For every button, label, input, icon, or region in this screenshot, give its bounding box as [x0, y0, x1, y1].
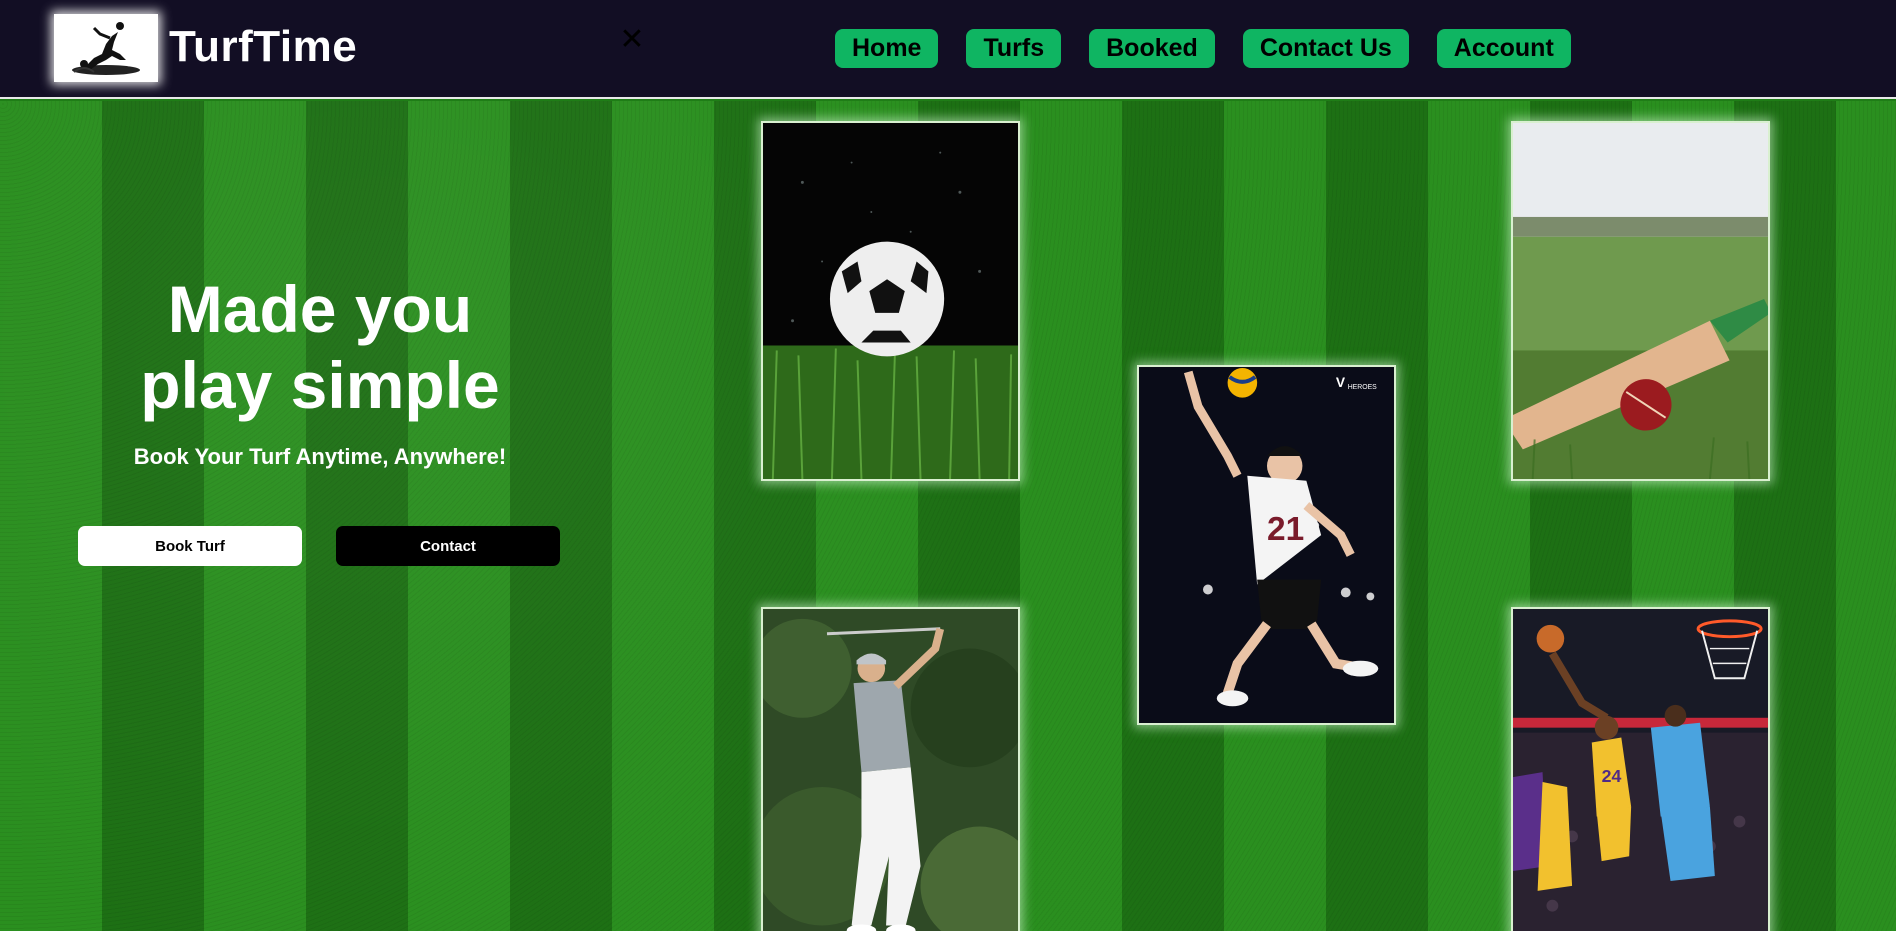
brand-name[interactable]: TurfTime — [169, 22, 357, 72]
svg-text:24: 24 — [1602, 766, 1622, 786]
close-icon[interactable]: ✕ — [616, 24, 648, 56]
soccer-ball-photo — [761, 121, 1020, 481]
hero-subheadline: Book Your Turf Anytime, Anywhere! — [133, 444, 507, 469]
navbar: TurfTime ✕ Home Turfs Booked Contact Us … — [0, 0, 1896, 99]
svg-text:21: 21 — [1267, 511, 1304, 548]
footballer-kick-logo-icon — [72, 22, 140, 75]
contact-button[interactable]: Contact — [336, 526, 560, 566]
headline-line-2: play simple — [140, 348, 500, 422]
headline-line-1: Made you — [167, 272, 473, 346]
volleyball-player-photo: V HEROES 21 — [1137, 365, 1396, 725]
heroes-badge: V — [1336, 374, 1346, 390]
hero-headline: Made you play simple — [80, 271, 560, 423]
logo[interactable] — [54, 14, 158, 82]
nav-account-button[interactable]: Account — [1436, 29, 1571, 68]
nav-links: Home Turfs Booked Contact Us Account — [835, 29, 1571, 68]
nav-turfs-button[interactable]: Turfs — [966, 29, 1062, 68]
nav-contact-us-button[interactable]: Contact Us — [1242, 29, 1409, 68]
svg-text:HEROES: HEROES — [1348, 384, 1377, 391]
book-turf-button[interactable]: Book Turf — [78, 526, 302, 566]
nav-home-button[interactable]: Home — [835, 29, 939, 68]
golfer-photo — [761, 607, 1020, 931]
hero-section: Made you play simple Book Your Turf Anyt… — [0, 101, 1896, 931]
basketball-dunk-photo: 24 — [1511, 607, 1770, 931]
cricket-bat-ball-photo — [1511, 121, 1770, 481]
nav-booked-button[interactable]: Booked — [1089, 29, 1215, 68]
